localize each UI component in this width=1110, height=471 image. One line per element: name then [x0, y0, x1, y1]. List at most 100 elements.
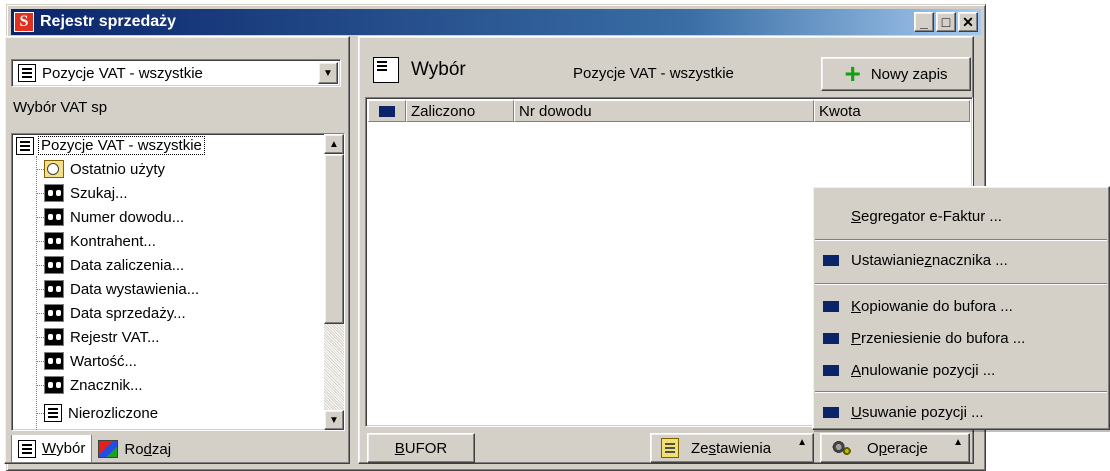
menu-item-label: Ustawianie	[851, 251, 925, 269]
marker-icon	[379, 105, 395, 117]
tab-wybor[interactable]: Wybór	[11, 435, 93, 463]
tree-item-value[interactable]: Wartość...	[36, 350, 137, 372]
document-icon	[44, 404, 62, 422]
marker-icon	[823, 332, 839, 344]
menu-item-copy-to-buffer[interactable]: Kopiowanie do bufora ...	[815, 293, 1107, 319]
bufor-label: UFOR	[404, 439, 448, 457]
tree-item-vat-register[interactable]: Rejestr VAT...	[36, 326, 160, 348]
selection-panel: Pozycje VAT - wszystkie ▼ Wybór VAT sp P…	[4, 36, 350, 464]
binoculars-icon	[44, 232, 64, 250]
operations-hotkey: p	[878, 439, 888, 457]
tree-item-label: Szukaj...	[70, 184, 128, 202]
tree-item-label: Wartość...	[70, 352, 137, 370]
close-button[interactable]: ✕	[958, 12, 978, 32]
tab-wybor-hotkey: W	[42, 440, 57, 457]
document-list-icon	[16, 136, 34, 155]
tree-item-label: Nierozliczone	[68, 404, 159, 422]
tree-item-search[interactable]: Szukaj...	[36, 182, 128, 204]
recent-icon	[44, 160, 64, 178]
column-zaliczono[interactable]: Zaliczono	[406, 100, 514, 122]
menu-hotkey: U	[851, 403, 862, 421]
tab-rodzaj[interactable]: Ro d zaj	[92, 435, 177, 463]
menu-item-move-to-buffer[interactable]: Przeniesienie do bufora ...	[815, 325, 1107, 351]
menu-hotkey: S	[851, 207, 862, 225]
tree-item-contractor[interactable]: Kontrahent...	[36, 230, 156, 252]
menu-up-arrow-icon: ▲	[953, 437, 963, 448]
tree-root[interactable]: Pozycje VAT - wszystkie	[16, 136, 205, 155]
scroll-down-icon[interactable]: ▼	[324, 410, 344, 430]
menu-item-label: suwanie pozycji ...	[861, 403, 984, 421]
tree-item-issue-date[interactable]: Data wystawienia...	[36, 278, 200, 300]
new-entry-label: Nowy zapis	[870, 65, 948, 83]
tree-item-sale-date[interactable]: Data sprzedaży...	[36, 302, 186, 324]
action-bar: B UFOR Ze s tawienia ▲ Op eracje ▲	[365, 433, 973, 463]
marker-icon	[823, 406, 839, 418]
menu-separator	[815, 391, 1107, 393]
table-header: Zaliczono Nr dowodu Kwota	[368, 100, 970, 122]
category-icon	[98, 440, 119, 458]
menu-item-cancel-entry[interactable]: Anulowanie pozycji ...	[815, 357, 1107, 383]
column-marker[interactable]	[368, 100, 406, 122]
menu-item-delete-entry[interactable]: Usuwanie pozycji ...	[815, 399, 1107, 425]
binoculars-icon	[44, 208, 64, 226]
scrollbar-thumb[interactable]	[324, 154, 344, 324]
tree-item-label: Data wystawienia...	[70, 280, 200, 298]
marker-icon	[823, 364, 839, 376]
menu-item-label: nulowanie pozycji ...	[861, 361, 996, 379]
operations-label-start: O	[867, 439, 879, 457]
reports-button[interactable]: Ze s tawienia ▲	[650, 433, 814, 463]
reports-label-start: Ze	[691, 439, 709, 457]
panel-subtitle: Pozycje VAT - wszystkie	[573, 65, 734, 82]
document-list-icon	[18, 439, 36, 458]
new-entry-button[interactable]: + Nowy zapis	[821, 57, 971, 91]
binoculars-icon	[44, 280, 64, 298]
column-kwota[interactable]: Kwota	[814, 100, 970, 122]
tree-item-settlement-date[interactable]: Data zaliczenia...	[36, 254, 185, 276]
column-nr-dowodu[interactable]: Nr dowodu	[514, 100, 814, 122]
document-list-icon	[18, 64, 36, 82]
tab-rodzaj-label-end: zaj	[151, 440, 172, 458]
tree-item-label: Numer dowodu...	[70, 208, 185, 226]
menu-separator	[815, 239, 1107, 241]
minimize-button[interactable]: _	[914, 12, 934, 32]
menu-item-label: rzeniesienie do bufora ...	[861, 329, 1026, 347]
binoculars-icon	[44, 352, 64, 370]
maximize-button[interactable]: □	[936, 12, 956, 32]
app-icon[interactable]: S	[14, 12, 34, 32]
menu-item-set-marker[interactable]: Ustawianie z nacznika ...	[815, 247, 1107, 273]
tree-item-label: Rejestr VAT...	[70, 328, 160, 346]
tab-wybor-label: ybór	[56, 440, 86, 457]
tree-item-label: Data zaliczenia...	[70, 256, 185, 274]
menu-hotkey: z	[924, 251, 932, 269]
tree-item-label: Kontrahent...	[70, 232, 156, 250]
bufor-button[interactable]: B UFOR	[367, 433, 475, 463]
menu-item-label: opiowanie do bufora ...	[861, 297, 1013, 315]
plus-icon: +	[844, 58, 861, 89]
panel-title: Wybór	[411, 59, 466, 80]
view-select[interactable]: Pozycje VAT - wszystkie ▼	[11, 59, 341, 87]
marker-icon	[823, 300, 839, 312]
binoculars-icon	[44, 256, 64, 274]
tree-item-label: Data sprzedaży...	[70, 304, 186, 322]
menu-separator	[815, 283, 1107, 285]
tree-item-unsettled[interactable]: Nierozliczone	[36, 402, 159, 424]
operations-button[interactable]: Op eracje ▲	[820, 433, 970, 463]
menu-item-segregator[interactable]: Segregator e-Faktur ...	[815, 203, 1107, 229]
title-bar[interactable]: S Rejestr sprzedaży _ □ ✕	[11, 9, 981, 35]
binoculars-icon	[44, 304, 64, 322]
operations-label-end: eracje	[887, 439, 928, 457]
tree-root-label: Pozycje VAT - wszystkie	[38, 136, 205, 155]
filter-tree: Pozycje VAT - wszystkie Ostatnio użyty S…	[11, 133, 345, 431]
tree-scrollbar[interactable]: ▲ ▼	[324, 134, 344, 430]
tree-item-marker[interactable]: Znacznik...	[36, 374, 143, 396]
gears-icon	[831, 438, 853, 458]
tree-item-label: Znacznik...	[70, 376, 143, 394]
scroll-up-icon[interactable]: ▲	[324, 134, 344, 154]
operations-menu: Segregator e-Faktur ... Ustawianie z nacz…	[812, 186, 1110, 430]
menu-hotkey: A	[851, 361, 862, 379]
reports-hotkey: s	[708, 439, 717, 457]
dropdown-arrow-icon[interactable]: ▼	[318, 62, 338, 84]
tree-item-recent[interactable]: Ostatnio użyty	[36, 158, 165, 180]
binoculars-icon	[44, 328, 64, 346]
tree-item-document-number[interactable]: Numer dowodu...	[36, 206, 185, 228]
